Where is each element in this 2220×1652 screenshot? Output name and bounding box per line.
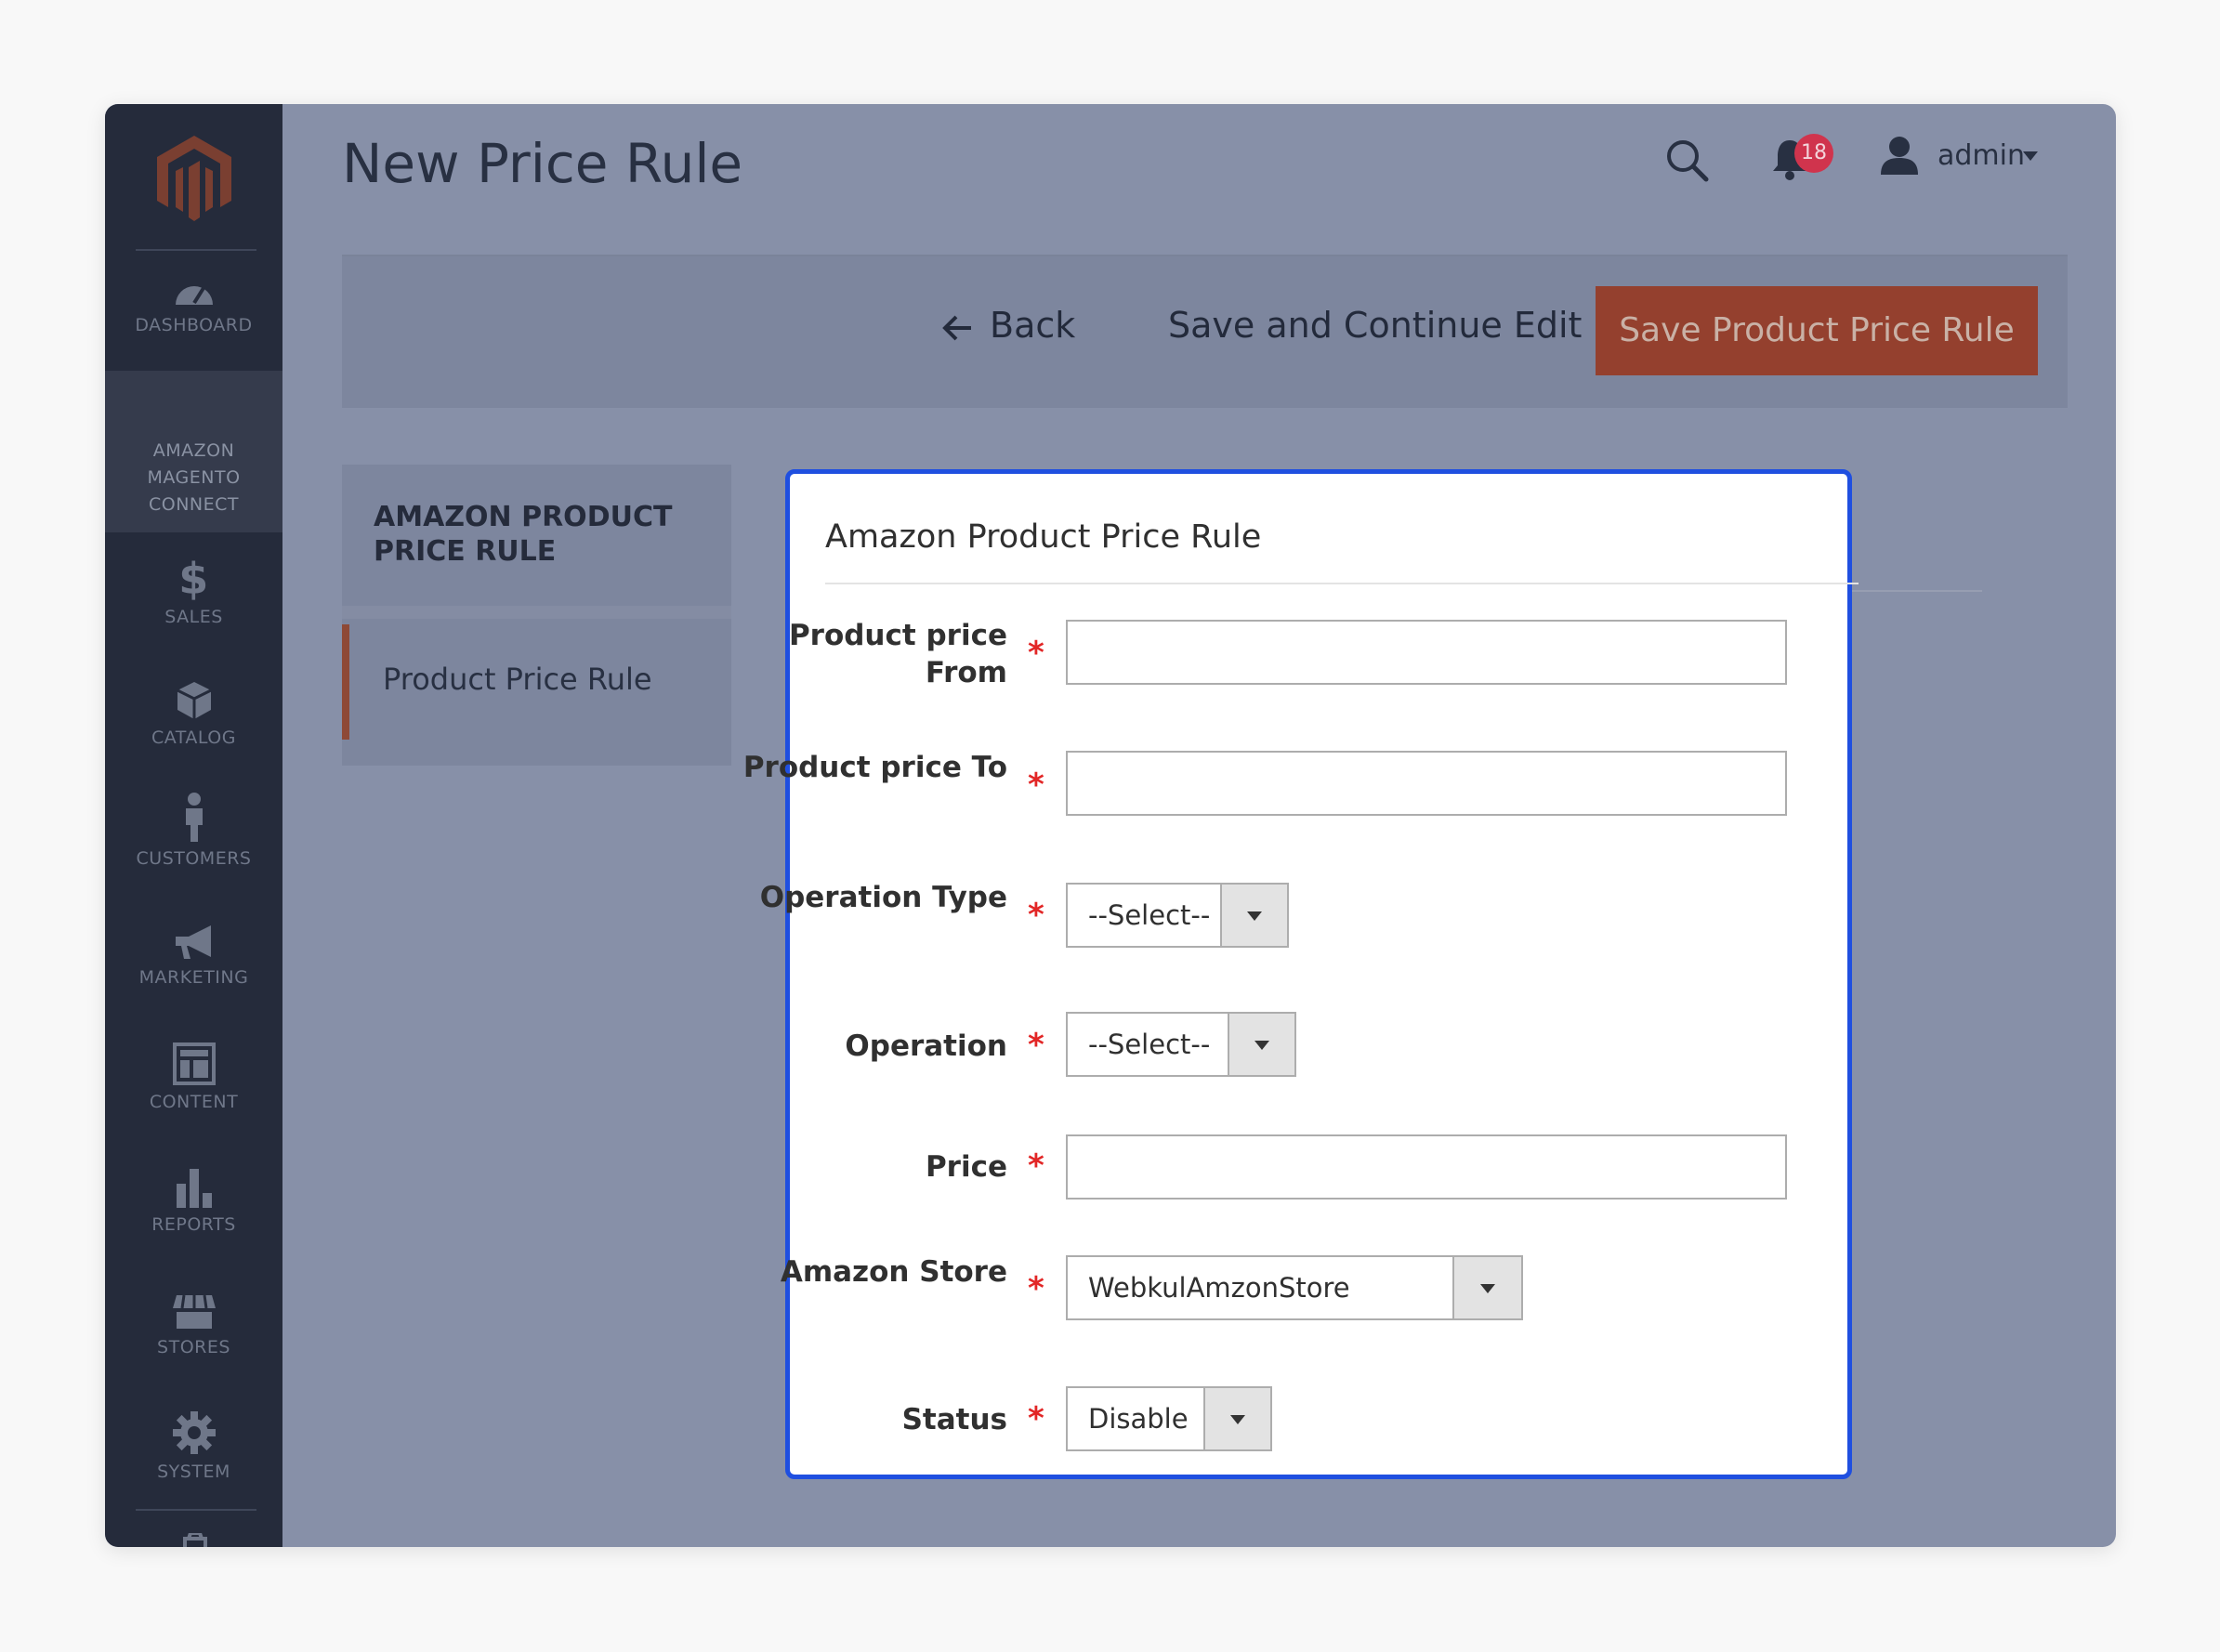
nav-stores[interactable]: STORES — [105, 1293, 282, 1361]
nav-catalog[interactable]: CATALOG — [105, 680, 282, 752]
required-marker: * — [1028, 1147, 1044, 1185]
required-marker: * — [1028, 1400, 1044, 1437]
tab-product-price-rule-label: Product Price Rule — [383, 662, 652, 697]
nav-marketing-label: MARKETING — [138, 967, 249, 988]
nav-marketing[interactable]: MARKETING — [105, 924, 282, 991]
product-price-from-label: Product price From — [788, 619, 1007, 689]
price-label: Price — [925, 1150, 1007, 1184]
admin-user-menu[interactable]: admin — [1938, 139, 2025, 172]
price-input[interactable] — [1066, 1134, 1787, 1200]
nav-reports-label: REPORTS — [151, 1214, 236, 1235]
operation-type-select[interactable]: --Select-- — [1066, 883, 1289, 948]
nav-system-label: SYSTEM — [157, 1462, 230, 1482]
status-label: Status — [901, 1403, 1007, 1436]
save-and-continue-button[interactable]: Save and Continue Edit — [1168, 305, 1582, 346]
form-title: Amazon Product Price Rule — [825, 518, 1262, 556]
required-marker: * — [1028, 1270, 1044, 1307]
partial-nav-icon — [183, 1533, 207, 1547]
caret-down-icon — [1247, 911, 1262, 921]
nav-content[interactable]: CONTENT — [105, 1042, 282, 1116]
page-title: New Price Rule — [342, 132, 743, 195]
nav-connect-label: CONNECT — [148, 494, 240, 515]
back-button-label: Back — [990, 305, 1076, 346]
required-marker: * — [1028, 1027, 1044, 1064]
required-marker: * — [1028, 897, 1044, 934]
nav-customers[interactable]: CUSTOMERS — [105, 792, 282, 872]
operation-select[interactable]: --Select-- — [1066, 1012, 1296, 1077]
nav-content-label: CONTENT — [149, 1092, 239, 1112]
dollar-icon: $ — [178, 554, 209, 604]
select-arrow — [1220, 885, 1287, 946]
nav-stores-label: STORES — [157, 1337, 230, 1357]
select-arrow — [1228, 1014, 1294, 1075]
sidebar-divider-bottom — [136, 1509, 256, 1511]
status-select[interactable]: Disable — [1066, 1386, 1272, 1451]
operation-label: Operation — [845, 1029, 1007, 1063]
operation-value: --Select-- — [1088, 1029, 1211, 1060]
operation-type-label: Operation Type — [759, 881, 1007, 914]
nav-reports[interactable]: REPORTS — [105, 1167, 282, 1239]
back-button[interactable]: Back — [941, 305, 1075, 346]
chevron-down-icon[interactable] — [2023, 151, 2038, 161]
gear-icon — [172, 1411, 216, 1454]
left-panel-separator — [342, 606, 731, 619]
search-icon[interactable] — [1664, 138, 1709, 182]
nav-sales-label: SALES — [164, 607, 223, 627]
required-marker: * — [1028, 767, 1044, 804]
notification-badge[interactable]: 18 — [1794, 134, 1833, 173]
select-arrow — [1452, 1257, 1521, 1318]
sidebar-divider — [136, 249, 256, 251]
megaphone-icon — [175, 925, 211, 959]
nav-dashboard-label: DASHBOARD — [135, 315, 253, 335]
amazon-store-value: WebkulAmzonStore — [1088, 1272, 1350, 1304]
save-price-rule-button[interactable]: Save Product Price Rule — [1596, 286, 2038, 375]
dashboard-icon — [175, 286, 213, 305]
form-title-separator — [825, 583, 1859, 584]
magento-logo[interactable] — [153, 132, 235, 225]
amazon-store-select[interactable]: WebkulAmzonStore — [1066, 1255, 1523, 1320]
status-value: Disable — [1088, 1403, 1189, 1435]
caret-down-icon — [1230, 1415, 1245, 1424]
nav-amazon-label: AMAZON — [152, 440, 235, 461]
product-price-to-label: Product price To — [742, 751, 1007, 784]
nav-system[interactable]: SYSTEM — [105, 1410, 282, 1486]
caret-down-icon — [1254, 1041, 1269, 1050]
person-icon — [185, 793, 203, 842]
user-icon[interactable] — [1879, 136, 1920, 175]
left-panel-title: AMAZON PRODUCT PRICE RULE — [374, 501, 673, 568]
nav-amazon-magento-connect-label: AMAZON MAGENTO CONNECT — [105, 438, 282, 518]
app-viewport: DASHBOARD AMAZON MAGENTO CONNECT $ SALES… — [105, 104, 2116, 1547]
store-icon — [172, 1294, 216, 1329]
amazon-store-label: Amazon Store — [780, 1255, 1007, 1289]
product-price-to-input[interactable] — [1066, 751, 1787, 816]
layout-icon — [172, 1042, 216, 1085]
caret-down-icon — [1480, 1284, 1495, 1293]
active-tab-indicator — [342, 624, 349, 740]
required-marker: * — [1028, 635, 1044, 672]
select-arrow — [1203, 1388, 1270, 1449]
product-price-from-input[interactable] — [1066, 620, 1787, 685]
nav-dashboard[interactable]: DASHBOARD — [105, 275, 282, 339]
operation-type-value: --Select-- — [1088, 899, 1211, 931]
nav-magento-label: MAGENTO — [147, 467, 241, 488]
nav-amazon-magento-connect[interactable]: AMAZON MAGENTO CONNECT — [105, 371, 282, 532]
nav-catalog-label: CATALOG — [151, 728, 236, 748]
nav-sales[interactable]: $ SALES — [105, 557, 282, 631]
box-icon — [176, 682, 212, 719]
arrow-left-icon — [942, 315, 971, 340]
nav-customers-label: CUSTOMERS — [136, 848, 252, 869]
bar-chart-icon — [176, 1169, 212, 1208]
